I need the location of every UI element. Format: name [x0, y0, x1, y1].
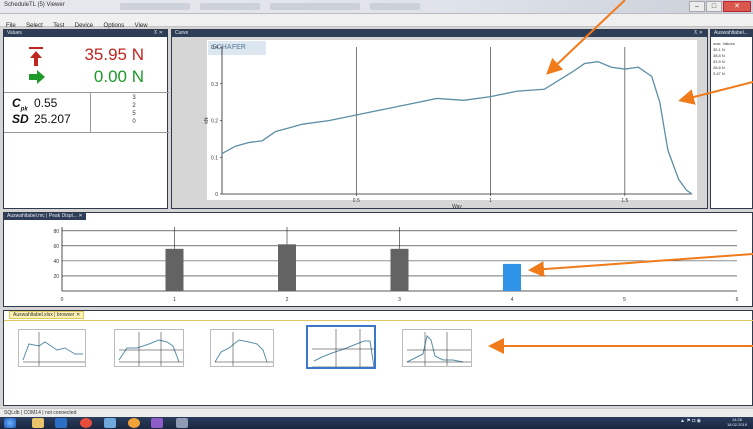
annotation-arrow [678, 81, 753, 105]
annotation-arrows [488, 0, 753, 354]
annotation-arrow [546, 0, 626, 75]
annotation-arrow [528, 253, 753, 278]
